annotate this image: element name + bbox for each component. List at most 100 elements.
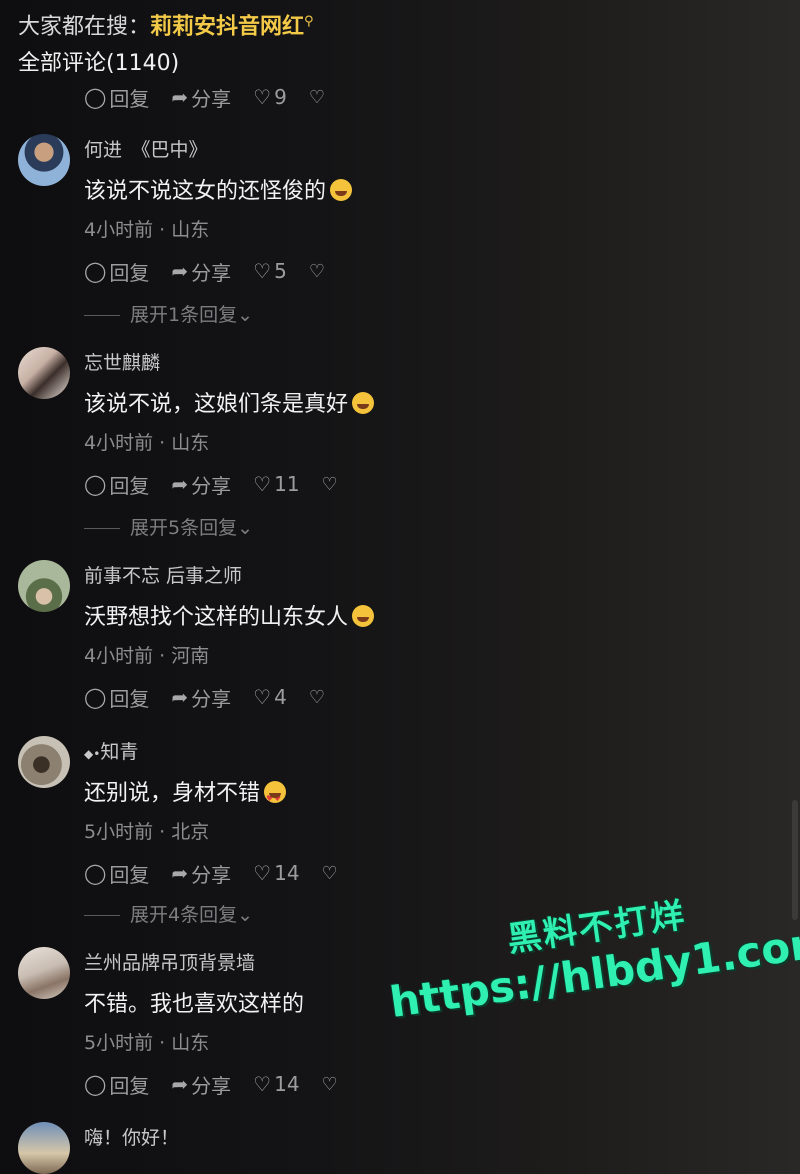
like-count: 11 — [274, 472, 300, 496]
avatar[interactable] — [18, 347, 70, 399]
hot-search-prefix: 大家都在搜： — [18, 14, 151, 40]
share-label: 分享 — [191, 1073, 232, 1098]
dislike-button[interactable]: ♡ — [322, 863, 338, 884]
laughing-emoji-icon — [352, 392, 375, 414]
like-button[interactable]: ♡ 9 — [253, 85, 287, 109]
comment-username[interactable]: 兰州品牌吊顶背景墙 — [84, 949, 255, 977]
comment-text: 还别说，身材不错 — [84, 778, 287, 815]
share-label: 分享 — [191, 260, 232, 285]
expand-replies-button[interactable]: 展开4条回复 ⌄ — [84, 901, 253, 929]
laughing-emoji-icon — [330, 179, 353, 201]
share-icon: ➦ — [171, 259, 189, 283]
broken-heart-icon: ♡ — [308, 260, 325, 282]
share-label: 分享 — [191, 686, 232, 711]
share-button[interactable]: ➦ 分享 — [171, 1070, 231, 1099]
comment-text-content: 该说不说，这娘们条是真好 — [84, 392, 349, 417]
share-icon: ➦ — [171, 1072, 189, 1096]
divider — [84, 914, 120, 916]
divider — [84, 314, 120, 316]
like-button[interactable]: ♡ 14 — [253, 861, 299, 885]
comment-text: 该说不说这女的还怪俊的 — [84, 176, 353, 208]
comment-text: 不错。我也喜欢这样的 — [84, 992, 305, 1017]
heart-icon: ♡ — [253, 472, 272, 496]
expand-replies-label: 展开4条回复 — [130, 904, 238, 926]
comment-username[interactable]: 嗨！你好！ — [84, 1124, 179, 1152]
search-icon[interactable]: ⚲ — [304, 14, 314, 29]
comment-username[interactable]: 忘世麒麟 — [84, 349, 160, 377]
action-row: ◯ 回复 ➦ 分享 ♡ 4 ♡ — [84, 682, 347, 712]
expand-replies-button[interactable]: 展开5条回复 ⌄ — [84, 514, 253, 542]
chevron-down-icon: ⌄ — [237, 517, 254, 539]
dislike-button[interactable]: ♡ — [309, 687, 325, 708]
share-button[interactable]: ➦ 分享 — [171, 683, 231, 712]
dislike-button[interactable]: ♡ — [322, 1074, 338, 1095]
reply-icon: ◯ — [84, 685, 107, 709]
avatar[interactable] — [18, 134, 70, 186]
avatar[interactable] — [18, 560, 70, 612]
like-button[interactable]: ♡ 4 — [253, 685, 287, 709]
reply-label: 回复 — [109, 1073, 150, 1098]
reply-button[interactable]: ◯ 回复 — [84, 257, 149, 286]
broken-heart-icon: ♡ — [308, 86, 325, 108]
hot-search-bar[interactable]: 大家都在搜：莉莉安抖音网红⚲ — [18, 6, 314, 43]
dislike-button[interactable]: ♡ — [309, 261, 325, 282]
scrollbar[interactable] — [792, 800, 798, 920]
site-watermark: 黑料不打烊 https://hlbdy1.com — [380, 874, 800, 1027]
reply-icon: ◯ — [84, 1072, 107, 1096]
reply-button[interactable]: ◯ 回复 — [84, 859, 149, 888]
share-button[interactable]: ➦ 分享 — [171, 859, 231, 888]
like-button[interactable]: ♡ 11 — [253, 472, 299, 496]
reply-label: 回复 — [109, 260, 150, 285]
comment-username-text: 知青 — [100, 741, 139, 763]
comment-meta: 4小时前 · 山东 — [84, 219, 210, 241]
dislike-button[interactable]: ♡ — [309, 87, 325, 108]
action-row: ◯ 回复 ➦ 分享 ♡ 5 ♡ — [84, 256, 347, 286]
reply-button[interactable]: ◯ 回复 — [84, 1070, 149, 1099]
like-count: 14 — [274, 1072, 300, 1096]
like-button[interactable]: ♡ 5 — [253, 259, 287, 283]
reply-icon: ◯ — [84, 259, 107, 283]
comment-text-content: 沃野想找个这样的山东女人 — [84, 605, 349, 630]
avatar[interactable] — [18, 736, 70, 788]
heart-eyes-emoji-icon — [264, 781, 287, 815]
comment-username[interactable]: 前事不忘 后事之师 — [84, 562, 242, 590]
comments-count-header: 全部评论(1140) — [18, 51, 180, 76]
expand-replies-button[interactable]: 展开1条回复 ⌄ — [84, 301, 253, 329]
reply-icon: ◯ — [84, 861, 107, 885]
action-row: ◯ 回复 ➦ 分享 ♡ 11 ♡ — [84, 469, 360, 499]
comment-text-content: 还别说，身材不错 — [84, 781, 261, 806]
avatar[interactable] — [18, 947, 70, 999]
share-label: 分享 — [191, 862, 232, 887]
hot-search-query[interactable]: 莉莉安抖音网红 — [150, 14, 304, 39]
broken-heart-icon: ♡ — [321, 862, 338, 884]
like-button[interactable]: ♡ 14 — [253, 1072, 299, 1096]
reply-button[interactable]: ◯ 回复 — [84, 683, 149, 712]
share-button[interactable]: ➦ 分享 — [171, 257, 231, 286]
share-button[interactable]: ➦ 分享 — [171, 83, 231, 112]
comment-username[interactable]: ◆•知青 — [84, 738, 138, 768]
chevron-down-icon: ⌄ — [237, 304, 254, 326]
reply-button[interactable]: ◯ 回复 — [84, 83, 149, 112]
reply-label: 回复 — [109, 686, 150, 711]
heart-icon: ♡ — [253, 259, 272, 283]
action-row: ◯ 回复 ➦ 分享 ♡ 14 ♡ — [84, 858, 360, 888]
share-label: 分享 — [191, 86, 232, 111]
like-count: 5 — [274, 259, 287, 283]
grinning-emoji-icon — [352, 605, 375, 627]
comment-meta: 4小时前 · 山东 — [84, 432, 210, 454]
reply-label: 回复 — [109, 473, 150, 498]
action-row: ◯ 回复 ➦ 分享 ♡ 9 ♡ — [84, 82, 347, 112]
dislike-button[interactable]: ♡ — [322, 474, 338, 495]
share-icon: ➦ — [171, 472, 189, 496]
share-button[interactable]: ➦ 分享 — [171, 470, 231, 499]
broken-heart-icon: ♡ — [321, 473, 338, 495]
like-count: 9 — [274, 85, 287, 109]
share-label: 分享 — [191, 473, 232, 498]
share-icon: ➦ — [171, 685, 189, 709]
reply-button[interactable]: ◯ 回复 — [84, 470, 149, 499]
chevron-down-icon: ⌄ — [237, 904, 254, 926]
heart-icon: ♡ — [253, 1072, 272, 1096]
avatar[interactable] — [18, 1122, 70, 1174]
comment-meta: 5小时前 · 山东 — [84, 1032, 210, 1054]
comment-username[interactable]: 何进 《巴中》 — [84, 136, 208, 164]
